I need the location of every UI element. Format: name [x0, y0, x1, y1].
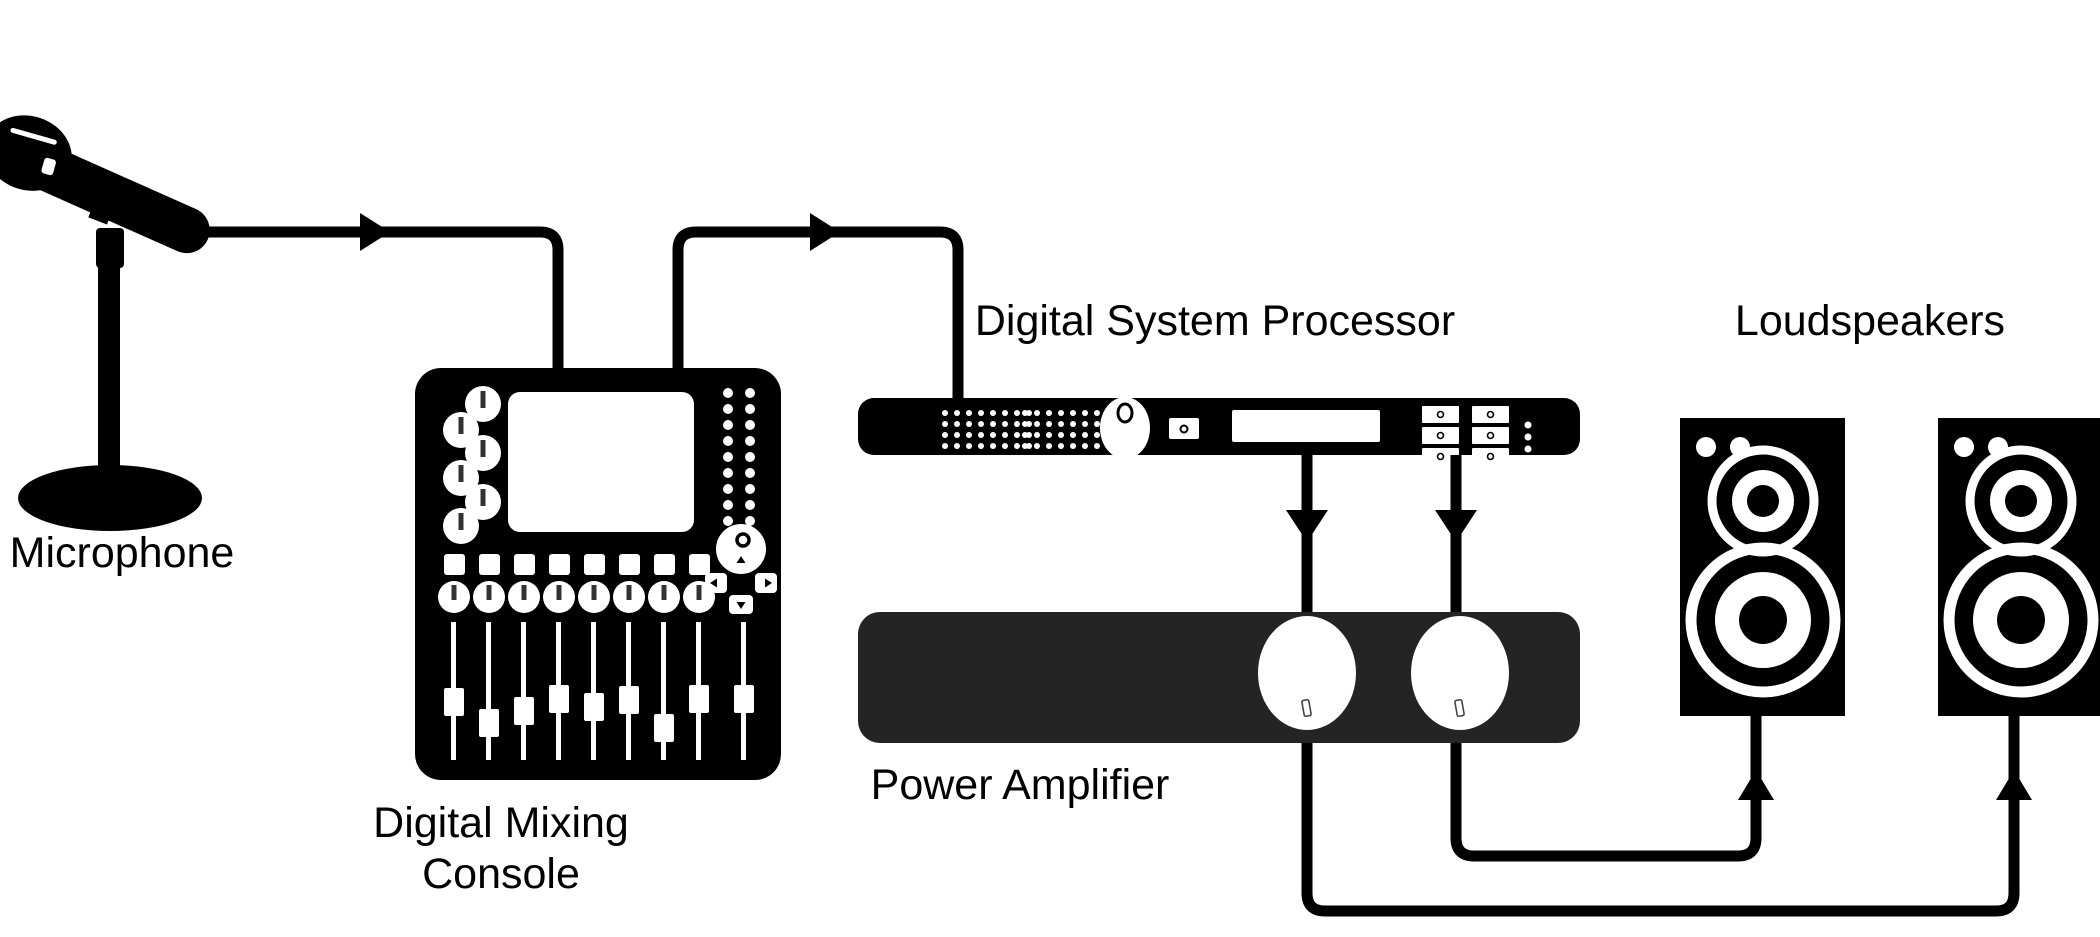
power-amplifier[interactable]	[858, 612, 1580, 743]
digital-mixing-console[interactable]	[415, 368, 781, 780]
loudspeaker-left[interactable]	[1680, 418, 1845, 716]
cable-processor-to-amplifier-2	[1435, 455, 1477, 612]
cable-processor-to-amplifier-1	[1286, 455, 1328, 612]
loudspeaker-right[interactable]	[1938, 418, 2100, 716]
label-digital-mixing-console: Digital Mixing Console	[373, 799, 629, 898]
digital-system-processor[interactable]	[858, 397, 1580, 465]
label-loudspeakers: Loudspeakers	[1734, 297, 2006, 345]
processor-indicator-dots	[1524, 421, 1532, 453]
console-lcd-screen	[508, 392, 694, 532]
amplifier-knob-2[interactable]	[1411, 616, 1509, 730]
label-digital-system-processor: Digital System Processor	[974, 297, 1456, 345]
microphone-icon	[0, 115, 210, 531]
diagram-canvas: Microphone Digital Mixing Console Digita…	[0, 0, 2100, 937]
processor-small-button[interactable]	[1169, 418, 1199, 439]
processor-display	[1232, 410, 1380, 442]
amplifier-knob-1[interactable]	[1258, 616, 1356, 730]
label-microphone: Microphone	[9, 529, 235, 577]
cable-amplifier-to-speaker-right	[1301, 716, 2032, 917]
processor-main-knob[interactable]	[1100, 397, 1150, 459]
label-power-amplifier: Power Amplifier	[870, 761, 1170, 809]
cable-mic-to-console	[195, 213, 564, 372]
